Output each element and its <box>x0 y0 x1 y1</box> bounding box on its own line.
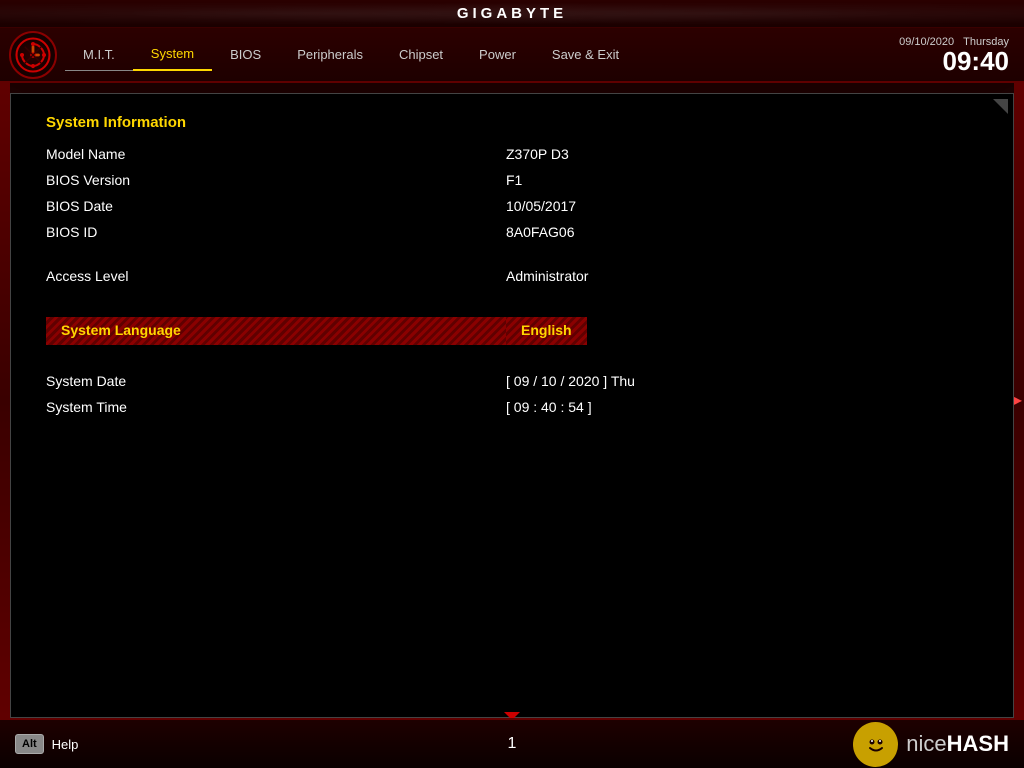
model-name-label: Model Name <box>46 146 506 162</box>
language-label: System Language <box>61 322 181 338</box>
logo-circle <box>9 31 57 79</box>
divider-2 <box>46 294 978 312</box>
system-time-label: System Time <box>46 399 506 415</box>
nicehash-text: niceHASH <box>906 731 1009 757</box>
side-right-bar: ▶ <box>1014 83 1024 718</box>
model-name-row: Model Name Z370P D3 <box>46 146 978 162</box>
access-level-row: Access Level Administrator <box>46 268 978 284</box>
side-left-bar <box>0 83 10 718</box>
language-value: English <box>521 322 572 338</box>
language-value-bg: English <box>506 317 587 345</box>
nav-bar: M.I.T. System BIOS Peripherals Chipset P… <box>0 28 1024 83</box>
bios-date-value: 10/05/2017 <box>506 198 576 214</box>
language-label-bg: System Language <box>46 317 506 345</box>
system-language-row[interactable]: System Language English <box>46 317 978 345</box>
nav-item-system[interactable]: System <box>133 38 212 71</box>
nice-text: nice <box>906 731 946 756</box>
help-section: Alt Help <box>15 734 78 754</box>
nav-items: M.I.T. System BIOS Peripherals Chipset P… <box>65 38 1024 71</box>
bottom-bar: Alt Help 1 niceHASH <box>0 718 1024 768</box>
access-level-value: Administrator <box>506 268 588 284</box>
nicehash-logo-svg <box>861 729 891 759</box>
logo-icon <box>11 33 55 77</box>
datetime-time: 09:40 <box>899 48 1009 74</box>
divider-3 <box>46 355 978 373</box>
nav-item-power[interactable]: Power <box>461 39 534 70</box>
logo <box>0 27 65 82</box>
nav-item-peripherals[interactable]: Peripherals <box>279 39 381 70</box>
header-bar: GIGABYTE <box>0 0 1024 28</box>
nav-item-bios[interactable]: BIOS <box>212 39 279 70</box>
section-title: System Information <box>46 114 978 131</box>
bios-version-row: BIOS Version F1 <box>46 172 978 188</box>
system-time-row[interactable]: System Time [ 09 : 40 : 54 ] <box>46 399 978 415</box>
nav-item-mit[interactable]: M.I.T. <box>65 39 133 71</box>
access-level-label: Access Level <box>46 268 506 284</box>
system-date-row[interactable]: System Date [ 09 / 10 / 2020 ] Thu <box>46 373 978 389</box>
right-arrow-icon: ▶ <box>1014 392 1022 409</box>
bios-version-value: F1 <box>506 172 522 188</box>
bios-id-value: 8A0FAG06 <box>506 224 575 240</box>
bios-date-label: BIOS Date <box>46 198 506 214</box>
divider-1 <box>46 250 978 268</box>
nav-item-save-exit[interactable]: Save & Exit <box>534 39 637 70</box>
model-name-value: Z370P D3 <box>506 146 569 162</box>
page-number: 1 <box>508 735 517 753</box>
alt-key-button: Alt <box>15 734 44 754</box>
main-content-panel: System Information Model Name Z370P D3 B… <box>10 93 1014 718</box>
nicehash-icon <box>853 722 898 767</box>
brand-title: GIGABYTE <box>457 5 567 22</box>
bios-date-row: BIOS Date 10/05/2017 <box>46 198 978 214</box>
system-time-value: [ 09 : 40 : 54 ] <box>506 399 592 415</box>
bios-id-row: BIOS ID 8A0FAG06 <box>46 224 978 240</box>
bios-version-label: BIOS Version <box>46 172 506 188</box>
bios-id-label: BIOS ID <box>46 224 506 240</box>
datetime-display: 09/10/2020 Thursday 09:40 <box>899 36 1009 74</box>
help-label: Help <box>52 737 79 752</box>
system-date-label: System Date <box>46 373 506 389</box>
nav-item-chipset[interactable]: Chipset <box>381 39 461 70</box>
system-date-value: [ 09 / 10 / 2020 ] Thu <box>506 373 635 389</box>
hash-text: HASH <box>947 731 1009 756</box>
nicehash-branding: niceHASH <box>853 722 1009 767</box>
